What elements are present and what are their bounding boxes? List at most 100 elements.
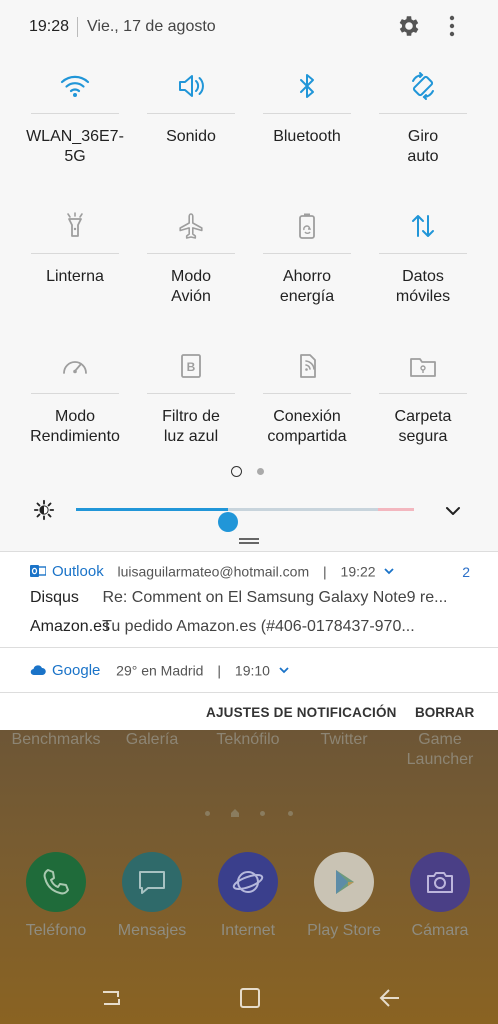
tile-mobile-data[interactable]: Datos móviles xyxy=(365,198,481,338)
brightness-control xyxy=(0,495,498,532)
tile-divider xyxy=(31,113,119,114)
tile-label: WLAN_36E7- 5G xyxy=(26,128,124,165)
list-item[interactable]: Disqus Re: Comment on El Samsung Galaxy … xyxy=(30,589,470,611)
message-preview: Re: Comment on El Samsung Galaxy Note9 r… xyxy=(102,589,448,606)
tile-performance-mode[interactable]: Modo Rendimiento xyxy=(17,338,133,478)
wifi-icon xyxy=(60,75,90,97)
bluetooth-icon xyxy=(300,74,314,98)
clock: 19:28 xyxy=(29,18,70,35)
quick-panel: 19:28 Vie., 17 de agosto WLAN_36E7- 5G S… xyxy=(0,0,498,552)
tile-wifi[interactable]: WLAN_36E7- 5G xyxy=(17,58,133,198)
clear-button[interactable]: BORRAR xyxy=(415,705,474,720)
performance-icon xyxy=(63,361,87,374)
page-dot-current[interactable] xyxy=(231,466,242,477)
page-dot[interactable] xyxy=(257,468,264,475)
separator: | xyxy=(217,662,222,679)
tile-divider xyxy=(263,253,351,254)
divider xyxy=(77,17,78,37)
weather-text: 29° en Madrid xyxy=(116,662,204,679)
page-dot xyxy=(205,811,210,816)
tile-divider xyxy=(263,393,351,394)
recents-icon[interactable] xyxy=(99,986,123,1010)
drag-handle[interactable] xyxy=(239,538,259,544)
app-label[interactable]: Game Launcher xyxy=(390,730,490,770)
tile-divider xyxy=(379,253,467,254)
home-icon[interactable] xyxy=(238,986,262,1010)
tile-divider xyxy=(147,113,235,114)
svg-text:B: B xyxy=(187,360,196,374)
outlook-icon xyxy=(30,565,46,578)
page-dot xyxy=(288,811,293,816)
notification-google[interactable]: Google 29° en Madrid | 19:10 xyxy=(0,647,498,693)
tile-label: Linterna xyxy=(46,268,104,285)
notification-outlook[interactable]: Outlook luisaguilarmateo@hotmail.com | 1… xyxy=(0,551,498,648)
phone-app[interactable] xyxy=(26,852,86,912)
app-label[interactable]: Galería xyxy=(102,730,202,750)
tile-sound[interactable]: Sonido xyxy=(133,58,249,198)
notification-header: Outlook luisaguilarmateo@hotmail.com | 1… xyxy=(30,562,498,582)
app-name: Google xyxy=(52,661,101,679)
app-label[interactable]: Twitter xyxy=(294,730,394,750)
app-name: Outlook xyxy=(52,562,104,580)
navigation-bar xyxy=(0,976,498,1024)
tile-label: Carpeta segura xyxy=(394,408,452,445)
page-indicator xyxy=(0,466,498,478)
tile-divider xyxy=(263,113,351,114)
auto-rotate-icon xyxy=(412,72,434,100)
tile-hotspot[interactable]: Conexión compartida xyxy=(249,338,365,478)
tile-airplane[interactable]: Modo Avión xyxy=(133,198,249,338)
tile-label: Datos móviles xyxy=(395,268,451,305)
tile-label: Filtro de luz azul xyxy=(162,408,220,445)
page-dot xyxy=(260,811,265,816)
home-screen: Benchmarks Galería Teknófilo Twitter Gam… xyxy=(0,730,498,1024)
tile-label: Conexión compartida xyxy=(267,408,347,445)
tile-blue-light-filter[interactable]: B Filtro de luz azul xyxy=(133,338,249,478)
brightness-slider[interactable] xyxy=(76,508,414,532)
cloud-icon xyxy=(30,665,46,676)
account-email: luisaguilarmateo@hotmail.com xyxy=(117,563,310,580)
tile-bluetooth[interactable]: Bluetooth xyxy=(249,58,365,198)
status-bar: 19:28 Vie., 17 de agosto xyxy=(0,0,498,54)
internet-icon xyxy=(232,871,264,893)
tile-label: Sonido xyxy=(166,128,216,145)
battery-saver-icon xyxy=(299,213,315,239)
dock-label: Cámara xyxy=(411,922,469,939)
gear-icon[interactable] xyxy=(396,13,422,39)
expand-chevron-icon[interactable] xyxy=(278,665,290,675)
brightness-knob[interactable] xyxy=(218,512,239,532)
list-item[interactable]: Amazon.es Tu pedido Amazon.es (#406-0178… xyxy=(30,618,470,640)
airplane-icon xyxy=(179,213,203,239)
tile-divider xyxy=(147,393,235,394)
camera-icon xyxy=(427,872,453,893)
tile-power-saving[interactable]: Ahorro energía xyxy=(249,198,365,338)
back-icon[interactable] xyxy=(378,986,402,1010)
tile-divider xyxy=(31,393,119,394)
camera-app[interactable] xyxy=(410,852,470,912)
dock-label: Teléfono xyxy=(25,922,87,939)
tile-divider xyxy=(147,253,235,254)
app-label[interactable]: Benchmarks xyxy=(6,730,106,750)
tile-secure-folder[interactable]: Carpeta segura xyxy=(365,338,481,478)
notification-header: Google 29° en Madrid | 19:10 xyxy=(30,661,498,681)
tile-divider xyxy=(31,253,119,254)
tile-label: Ahorro energía xyxy=(279,268,335,305)
app-label[interactable]: Teknófilo xyxy=(198,730,298,750)
tile-divider xyxy=(379,393,467,394)
expand-chevron-icon[interactable] xyxy=(383,566,395,576)
play-store-icon xyxy=(336,870,354,894)
more-vert-icon[interactable] xyxy=(440,13,464,39)
play-store-app[interactable] xyxy=(314,852,374,912)
chevron-down-icon[interactable] xyxy=(443,501,463,521)
notification-time: 19:22 xyxy=(340,563,376,580)
tile-auto-rotate[interactable]: Giro auto xyxy=(365,58,481,198)
tile-label: Bluetooth xyxy=(273,128,341,145)
flashlight-icon xyxy=(67,212,83,237)
brightness-icon xyxy=(33,499,55,521)
tile-flashlight[interactable]: Linterna xyxy=(17,198,133,338)
messages-app[interactable] xyxy=(122,852,182,912)
date: Vie., 17 de agosto xyxy=(87,18,216,35)
internet-app[interactable] xyxy=(218,852,278,912)
notification-settings-button[interactable]: AJUSTES DE NOTIFICACIÓN xyxy=(206,705,397,720)
separator: | xyxy=(323,563,327,580)
home-page-indicator xyxy=(0,808,498,820)
